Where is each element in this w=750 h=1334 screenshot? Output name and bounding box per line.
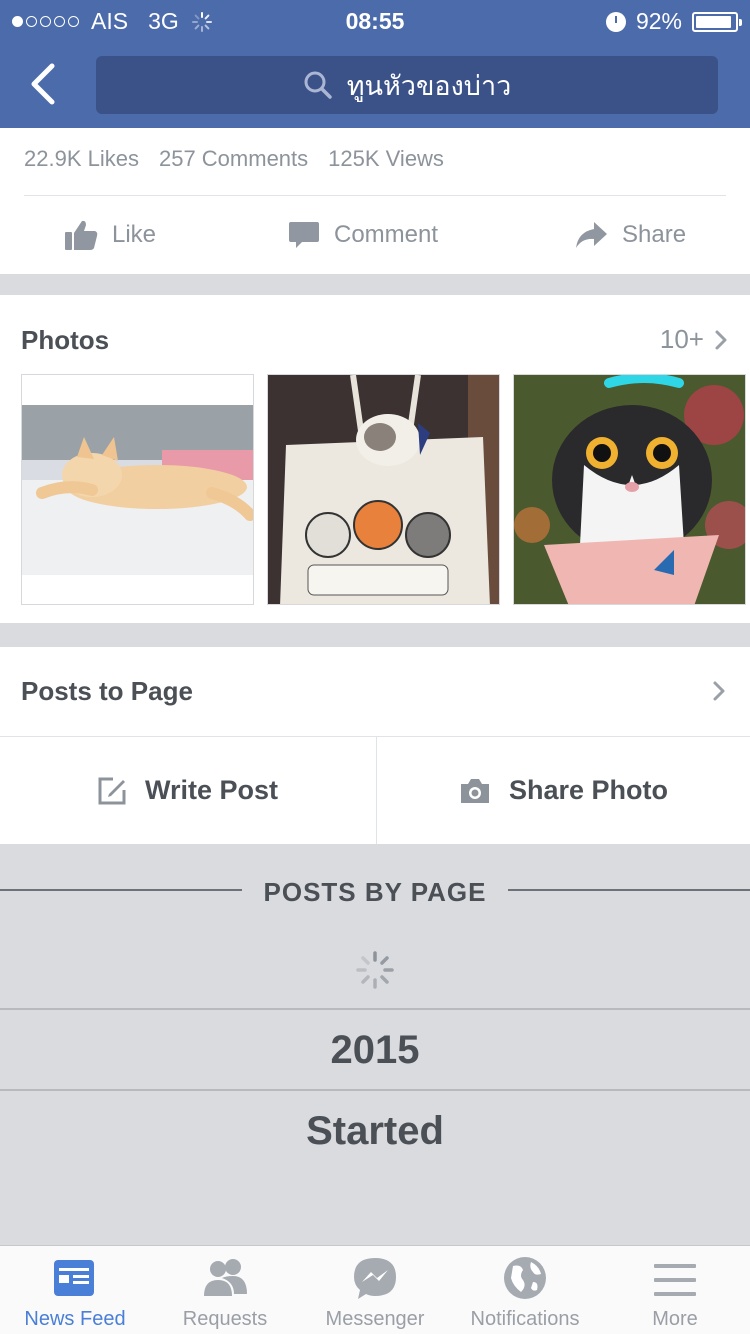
tab-news-feed[interactable]: News Feed (0, 1246, 150, 1334)
likes-count[interactable]: 22.9K Likes (24, 146, 139, 172)
comment-bubble-icon (289, 222, 319, 248)
battery-icon (692, 11, 742, 32)
alarm-icon (605, 11, 626, 32)
page-stats-card: 22.9K Likes 257 Comments 125K Views Like… (0, 128, 750, 274)
share-label: Share (622, 221, 687, 248)
loading-spinner-icon (356, 951, 394, 989)
photo-thumbnail[interactable] (267, 374, 500, 605)
like-button[interactable]: Like (64, 196, 156, 274)
like-label: Like (112, 221, 157, 248)
photos-count: 10+ (659, 324, 704, 354)
photos-see-more[interactable]: 10+ (660, 324, 728, 355)
divider (376, 737, 377, 844)
share-photo-button[interactable]: Share Photo (459, 737, 668, 844)
tab-messenger[interactable]: Messenger (300, 1246, 450, 1334)
thumbs-up-icon (65, 220, 98, 250)
posts-to-page-row[interactable]: Posts to Page (0, 647, 750, 736)
search-icon (304, 71, 332, 99)
posts-by-page-heading: POSTS BY PAGE (263, 877, 487, 907)
tab-label: Notifications (470, 1308, 580, 1330)
status-bar: AIS 3G 08:55 92% (0, 0, 750, 42)
back-button[interactable] (28, 62, 68, 106)
share-arrow-icon (576, 222, 607, 248)
globe-icon (504, 1257, 546, 1299)
photo-thumbnail[interactable] (21, 374, 254, 605)
share-button[interactable]: Share (574, 196, 686, 274)
tab-label: Messenger (325, 1308, 425, 1330)
tab-requests[interactable]: Requests (150, 1246, 300, 1334)
pencil-edit-icon (98, 777, 126, 804)
tab-label: Requests (182, 1308, 268, 1330)
menu-icon (654, 1264, 696, 1296)
chevron-right-icon (715, 330, 727, 349)
write-post-label: Write Post (145, 775, 279, 805)
share-photo-label: Share Photo (509, 775, 669, 805)
search-field[interactable]: ทูนหัวของบ่าว (96, 56, 718, 114)
started-filter[interactable]: Started (0, 1109, 750, 1154)
cat-portrait-photo (514, 375, 745, 604)
posts-to-page-title: Posts to Page (21, 676, 193, 706)
write-post-button[interactable]: Write Post (97, 737, 278, 844)
tab-notifications[interactable]: Notifications (450, 1246, 600, 1334)
photos-title: Photos (21, 325, 110, 355)
divider (0, 1089, 750, 1091)
camera-icon (461, 778, 489, 803)
photos-section: Photos 10+ (0, 295, 750, 623)
tab-bar: News Feed Requests Messenger Notificatio… (0, 1245, 750, 1334)
divider (0, 1008, 750, 1010)
chevron-right-icon (713, 681, 725, 701)
cat-photo (22, 375, 253, 604)
comment-label: Comment (334, 221, 439, 248)
news-feed-icon (54, 1260, 94, 1296)
battery-percent: 92% (635, 8, 682, 34)
photo-thumbnail[interactable] (513, 374, 746, 605)
navigation-bar: AIS 3G 08:55 92% ทูนหัวของบ่าว (0, 0, 750, 128)
cat-in-bag-photo (268, 375, 499, 604)
tab-label: News Feed (24, 1308, 126, 1330)
posts-to-page-section: Posts to Page Write Post Share Photo (0, 647, 750, 844)
chevron-left-icon (31, 63, 55, 105)
views-count: 125K Views (328, 146, 444, 171)
comment-button[interactable]: Comment (288, 196, 438, 274)
tab-more[interactable]: More (600, 1246, 750, 1334)
search-text: ทูนหัวของบ่าว (346, 70, 512, 101)
friends-icon (204, 1259, 247, 1296)
year-filter-2015[interactable]: 2015 (0, 1028, 750, 1073)
tab-label: More (652, 1308, 698, 1330)
messenger-icon (354, 1258, 396, 1299)
comments-count[interactable]: 257 Comments (159, 146, 308, 172)
